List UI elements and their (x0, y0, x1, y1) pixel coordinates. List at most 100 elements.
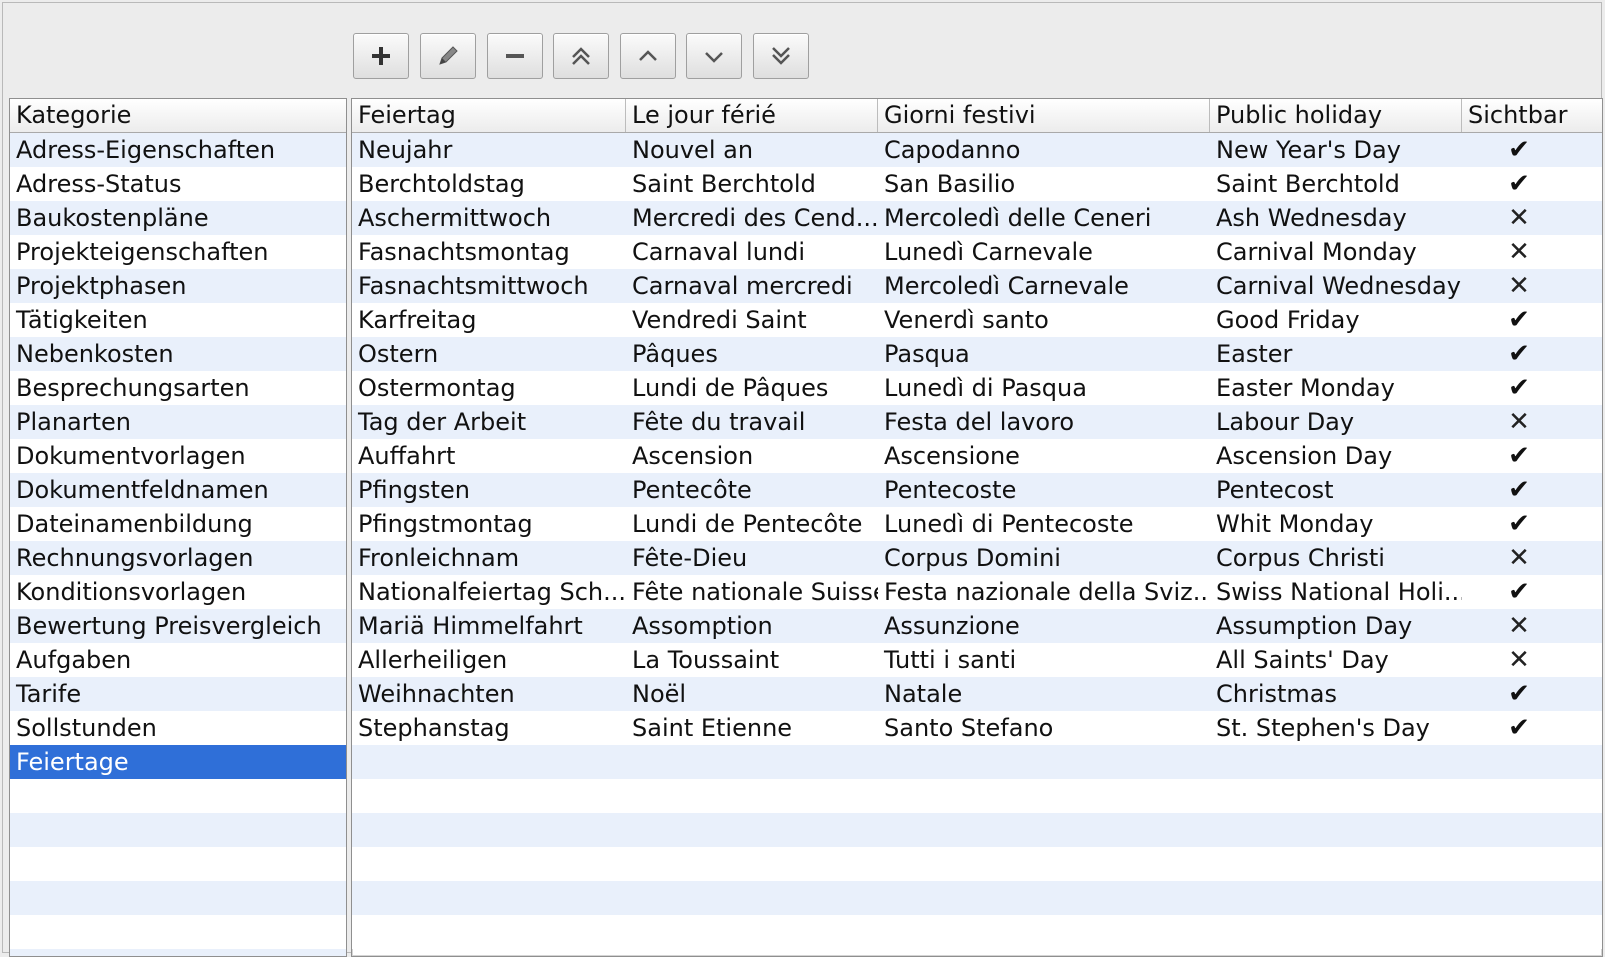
table-row[interactable]: Auffahrt Ascension Ascensione Ascension Day… (352, 439, 1602, 473)
table-row[interactable]: Neujahr Nouvel an Capodanno New Year's Day ✔ (352, 133, 1602, 167)
category-item-label: Dateinamenbildung (16, 510, 253, 538)
category-item-label: Nebenkosten (16, 340, 174, 368)
visible-check-icon[interactable]: ✔ (1462, 507, 1602, 541)
table-cell-en: Swiss National Holi... (1216, 578, 1462, 606)
chevron-up-icon (639, 50, 657, 61)
table-row[interactable]: Fasnachtsmittwoch Carnaval mercredi Mercol… (352, 269, 1602, 303)
table-row[interactable]: Pfingstmontag Lundi de Pentecôte Lunedì di… (352, 507, 1602, 541)
category-item[interactable]: Dokumentfeldnamen (10, 473, 346, 507)
visible-check-icon[interactable]: ✔ (1462, 439, 1602, 473)
visible-check-icon[interactable]: ✔ (1462, 133, 1602, 167)
category-item[interactable]: Tätigkeiten (10, 303, 346, 337)
move-up-button[interactable] (620, 33, 676, 79)
table-cell-en: Corpus Christi (1216, 544, 1385, 572)
category-item[interactable]: Planarten (10, 405, 346, 439)
table-cell-en: New Year's Day (1216, 136, 1401, 164)
hidden-cross-icon[interactable]: ✕ (1462, 609, 1602, 643)
remove-button[interactable] (487, 33, 543, 79)
table-cell-en: Labour Day (1216, 408, 1355, 436)
table-row[interactable]: Fronleichnam Fête-Dieu Corpus Domini Corpus… (352, 541, 1602, 575)
holiday-table[interactable]: Feiertag Le jour férié Giorni festivi Pu… (351, 98, 1603, 957)
category-item[interactable]: Dokumentvorlagen (10, 439, 346, 473)
add-button[interactable] (353, 33, 409, 79)
table-row[interactable]: Ostermontag Lundi de Pâques Lunedì di Pasq… (352, 371, 1602, 405)
category-item[interactable]: Dateinamenbildung (10, 507, 346, 541)
table-cell-de: Aschermittwoch (358, 204, 552, 232)
move-down-button[interactable] (686, 33, 742, 79)
category-item[interactable]: Adress-Status (10, 167, 346, 201)
move-top-button[interactable] (553, 33, 609, 79)
table-cell-en: Carnival Monday (1216, 238, 1417, 266)
table-row[interactable]: Allerheiligen La Toussaint Tutti i santi Al… (352, 643, 1602, 677)
table-cell-it: San Basilio (884, 170, 1016, 198)
table-cell-de: Auffahrt (358, 442, 456, 470)
category-item[interactable]: Projekteigenschaften (10, 235, 346, 269)
hidden-cross-icon[interactable]: ✕ (1462, 405, 1602, 439)
holiday-table-header: Feiertag Le jour férié Giorni festivi Pu… (352, 99, 1602, 133)
visible-check-icon[interactable]: ✔ (1462, 371, 1602, 405)
table-row[interactable]: Karfreitag Vendredi Saint Venerdì santo Goo… (352, 303, 1602, 337)
category-item[interactable]: Feiertage (10, 745, 346, 779)
visible-check-icon[interactable]: ✔ (1462, 303, 1602, 337)
visible-check-icon[interactable]: ✔ (1462, 575, 1602, 609)
category-item[interactable]: Adress-Eigenschaften (10, 133, 346, 167)
table-cell-it: Tutti i santi (884, 646, 1017, 674)
table-cell-de: Fasnachtsmontag (358, 238, 570, 266)
category-item[interactable]: Rechnungsvorlagen (10, 541, 346, 575)
column-header-public-holiday[interactable]: Public holiday (1210, 99, 1462, 132)
table-row[interactable]: Nationalfeiertag Sch... Fête nationale Su… (352, 575, 1602, 609)
table-cell-it: Natale (884, 680, 963, 708)
table-cell-it: Capodanno (884, 136, 1021, 164)
category-item[interactable]: Tarife (10, 677, 346, 711)
hidden-cross-icon[interactable]: ✕ (1462, 269, 1602, 303)
table-row[interactable]: Mariä Himmelfahrt Assomption Assunzione Ass… (352, 609, 1602, 643)
visible-check-icon[interactable]: ✔ (1462, 677, 1602, 711)
category-item-label: Feiertage (16, 748, 129, 776)
category-item[interactable]: Konditionsvorlagen (10, 575, 346, 609)
visible-check-icon[interactable]: ✔ (1462, 337, 1602, 371)
column-header-feiertag[interactable]: Feiertag (352, 99, 626, 132)
table-row[interactable]: Pfingsten Pentecôte Pentecoste Pentecost ✔ (352, 473, 1602, 507)
column-header-kategorie[interactable]: Kategorie (10, 99, 346, 132)
hidden-cross-icon[interactable]: ✕ (1462, 235, 1602, 269)
column-header-jour-ferie[interactable]: Le jour férié (626, 99, 878, 132)
table-cell-en: Good Friday (1216, 306, 1360, 334)
table-row[interactable]: Weihnachten Noël Natale Christmas ✔ (352, 677, 1602, 711)
table-cell-fr: Saint Etienne (632, 714, 793, 742)
hidden-cross-icon[interactable]: ✕ (1462, 541, 1602, 575)
visible-check-icon[interactable]: ✔ (1462, 473, 1602, 507)
visible-check-icon[interactable]: ✔ (1462, 167, 1602, 201)
table-cell-en: Pentecost (1216, 476, 1334, 504)
category-item-label: Aufgaben (16, 646, 132, 674)
hidden-cross-icon[interactable]: ✕ (1462, 201, 1602, 235)
category-list[interactable]: Kategorie Adress-Eigenschaften Adress-Sta… (9, 98, 347, 957)
empty-row (352, 779, 1602, 813)
table-row[interactable]: Berchtoldstag Saint Berchtold San Basilio S… (352, 167, 1602, 201)
category-item[interactable]: Bewertung Preisvergleich (10, 609, 346, 643)
table-cell-it: Festa nazionale della Sviz... (884, 578, 1210, 606)
table-row[interactable]: Fasnachtsmontag Carnaval lundi Lunedì Carn… (352, 235, 1602, 269)
table-cell-fr: Fête du travail (632, 408, 806, 436)
category-item[interactable]: Nebenkosten (10, 337, 346, 371)
table-cell-de: Berchtoldstag (358, 170, 525, 198)
table-row[interactable]: Tag der Arbeit Fête du travail Festa del l… (352, 405, 1602, 439)
category-item[interactable]: Aufgaben (10, 643, 346, 677)
move-bottom-button[interactable] (753, 33, 809, 79)
visible-check-icon[interactable]: ✔ (1462, 711, 1602, 745)
category-item[interactable]: Besprechungsarten (10, 371, 346, 405)
category-item[interactable]: Projektphasen (10, 269, 346, 303)
column-header-sichtbar[interactable]: Sichtbar (1462, 99, 1602, 132)
column-header-giorni-festivi[interactable]: Giorni festivi (878, 99, 1210, 132)
table-row[interactable]: Stephanstag Saint Etienne Santo Stefano St.… (352, 711, 1602, 745)
category-item-label: Tarife (16, 680, 82, 708)
table-cell-de: Weihnachten (358, 680, 515, 708)
table-cell-de: Pfingsten (358, 476, 470, 504)
table-row[interactable]: Ostern Pâques Pasqua Easter ✔ (352, 337, 1602, 371)
table-cell-fr: Assomption (632, 612, 773, 640)
table-row[interactable]: Aschermittwoch Mercredi des Cend... Mercol… (352, 201, 1602, 235)
table-cell-en: Ascension Day (1216, 442, 1393, 470)
hidden-cross-icon[interactable]: ✕ (1462, 643, 1602, 677)
category-item[interactable]: Baukostenpläne (10, 201, 346, 235)
category-item[interactable]: Sollstunden (10, 711, 346, 745)
edit-button[interactable] (420, 33, 476, 79)
